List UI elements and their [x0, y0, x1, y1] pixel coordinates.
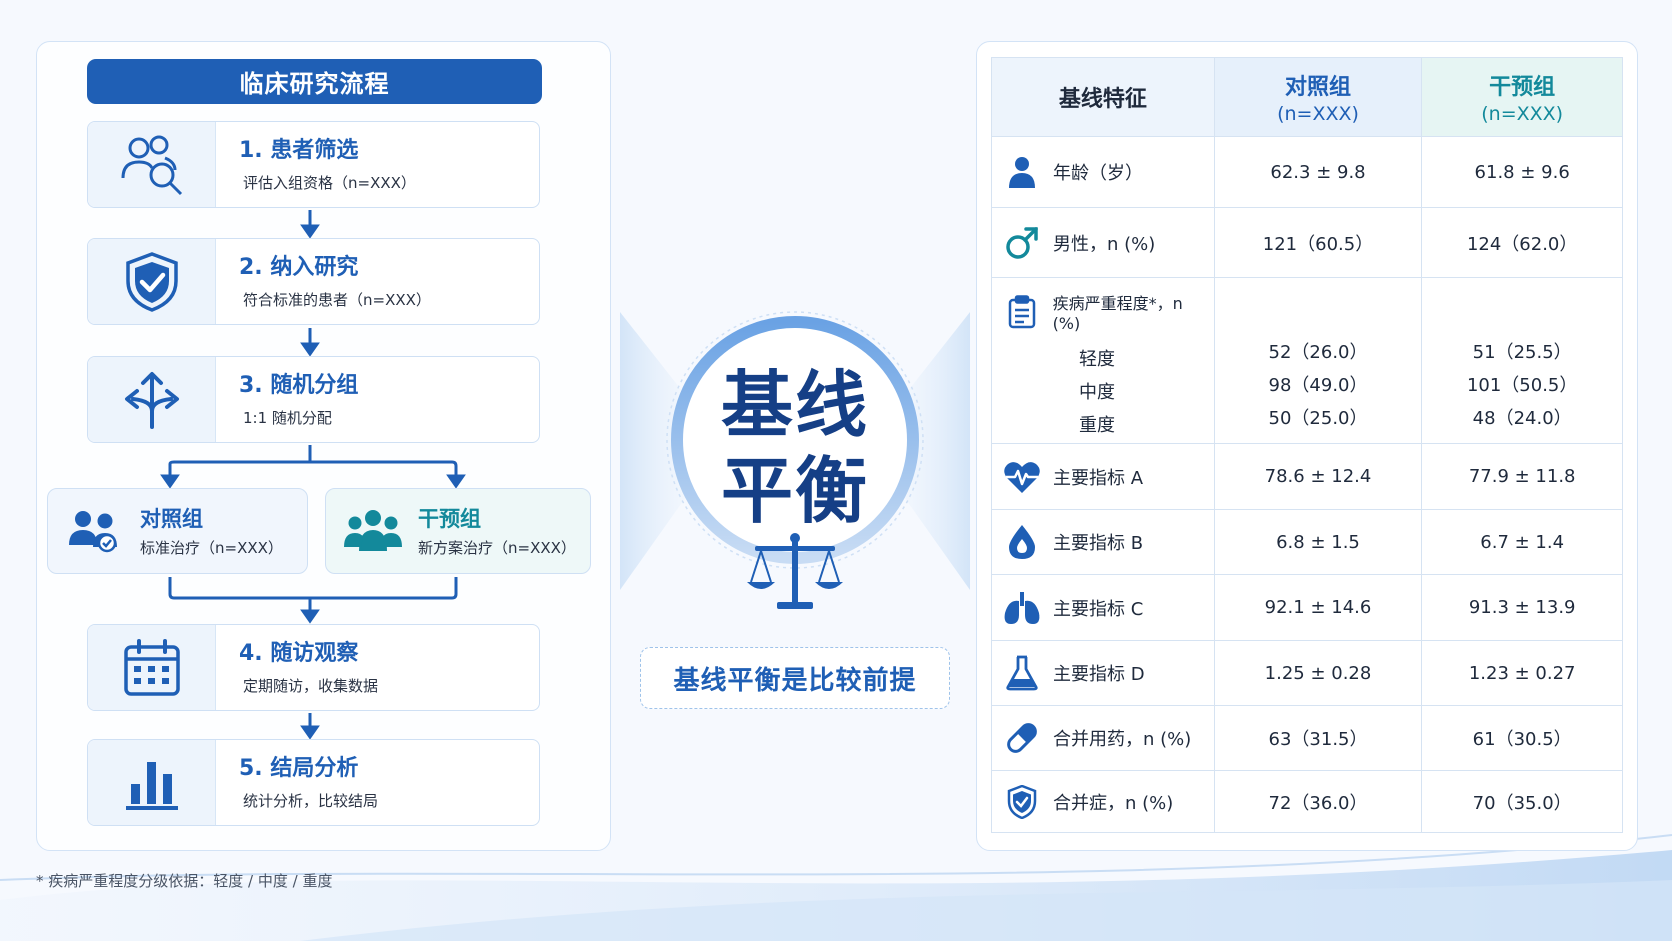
step-desc: 符合标准的患者（n=XXX）	[243, 291, 431, 309]
intervention-value: 101（50.5）	[1466, 374, 1578, 396]
table-row: 合并症，n (%) 72（36.0） 70（35.0）	[991, 770, 1623, 833]
feature-label: 合并症，n (%)	[1053, 792, 1174, 814]
header-feature: 基线特征	[991, 57, 1215, 137]
intervention-value: 124（62.0）	[1421, 207, 1623, 278]
header-control: 对照组 (n=XXX)	[1213, 57, 1423, 137]
sub-label: 重度	[1079, 414, 1115, 436]
heartbeat-icon	[1002, 457, 1042, 497]
shield-check-icon	[1002, 782, 1042, 822]
step-desc: 统计分析，比较结局	[243, 792, 379, 810]
group-desc: 新方案治疗（n=XXX）	[418, 538, 576, 557]
step-title: 3. 随机分组	[239, 373, 359, 398]
header-intervention-n: (n=XXX)	[1481, 103, 1564, 125]
control-value: 62.3 ± 9.8	[1213, 136, 1423, 208]
sub-label: 中度	[1079, 381, 1115, 403]
intervention-value: 61.8 ± 9.6	[1421, 136, 1623, 208]
table-row: 年龄（岁） 62.3 ± 9.8 61.8 ± 9.6	[991, 136, 1623, 208]
table-row-severity: 疾病严重程度*，n (%) 轻度 中度 重度 52（26.0） 98（49.0）…	[991, 277, 1623, 444]
step-desc: 1:1 随机分配	[243, 409, 332, 427]
control-value: 52（26.0）	[1268, 341, 1368, 363]
header-control-n: (n=XXX)	[1277, 103, 1359, 125]
intervention-value: 91.3 ± 13.9	[1421, 574, 1623, 641]
feature-label: 主要指标 B	[1053, 533, 1144, 554]
lungs-icon	[1002, 588, 1042, 628]
table-row: 男性，n (%) 121（60.5） 124（62.0）	[991, 207, 1623, 278]
header-control-label: 对照组	[1285, 75, 1352, 100]
intervention-value: 48（24.0）	[1472, 407, 1572, 429]
pill-icon	[1002, 718, 1042, 758]
table-row: 合并用药，n (%) 63（31.5） 61（30.5）	[991, 705, 1623, 771]
feature-label: 男性，n (%)	[1053, 233, 1156, 255]
intervention-value: 51（25.5）	[1472, 341, 1572, 363]
calendar-icon	[88, 625, 216, 710]
drop-icon	[1002, 522, 1042, 562]
step-title: 4. 随访观察	[239, 641, 359, 666]
people-group-icon	[338, 509, 408, 553]
intervention-value: 77.9 ± 11.8	[1421, 443, 1623, 510]
clipboard-icon	[1002, 292, 1042, 332]
step-randomization: 3. 随机分组 1:1 随机分配	[87, 356, 540, 443]
step-enrollment: 2. 纳入研究 符合标准的患者（n=XXX）	[87, 238, 540, 325]
feature-label: 合并用药，n (%)	[1053, 729, 1192, 750]
control-value: 92.1 ± 14.6	[1213, 574, 1423, 641]
shield-check-icon	[88, 239, 216, 324]
control-value: 63（31.5）	[1213, 705, 1423, 771]
group-desc: 标准治疗（n=XXX）	[140, 538, 283, 557]
baseline-table: 基线特征 对照组 (n=XXX) 干预组 (n=XXX) 年龄（岁） 62.3 …	[991, 57, 1623, 833]
control-value: 50（25.0）	[1268, 407, 1368, 429]
feature-label: 主要指标 C	[1053, 598, 1144, 620]
control-value: 121（60.5）	[1213, 207, 1423, 278]
control-value: 6.8 ± 1.5	[1213, 509, 1423, 575]
sub-label: 轻度	[1079, 348, 1115, 370]
control-group-card: 对照组 标准治疗（n=XXX）	[47, 488, 308, 574]
male-icon	[1002, 223, 1042, 263]
feature-label: 年龄（岁）	[1053, 163, 1143, 184]
intervention-value: 70（35.0）	[1421, 770, 1623, 833]
split-arrows-icon	[88, 357, 216, 442]
step-desc: 评估入组资格（n=XXX）	[243, 174, 416, 192]
flow-title: 临床研究流程	[87, 59, 542, 104]
step-follow-up: 4. 随访观察 定期随访，收集数据	[87, 624, 540, 711]
intervention-group-card: 干预组 新方案治疗（n=XXX）	[325, 488, 591, 574]
center-title-line2: 平衡	[720, 449, 869, 533]
group-title: 对照组	[140, 506, 203, 531]
group-title: 干预组	[418, 506, 481, 531]
step-patient-screening: 1. 患者筛选 评估入组资格（n=XXX）	[87, 121, 540, 208]
feature-label: 疾病严重程度*，n (%)	[1052, 294, 1183, 333]
center-caption: 基线平衡是比较前提	[640, 647, 950, 709]
table-row: 主要指标 C 92.1 ± 14.6 91.3 ± 13.9	[991, 574, 1623, 641]
person-icon	[1002, 152, 1042, 192]
control-value: 72（36.0）	[1213, 770, 1423, 833]
people-search-icon	[88, 122, 216, 207]
header-intervention: 干预组 (n=XXX)	[1421, 57, 1623, 137]
bar-chart-icon	[88, 740, 216, 825]
feature-label: 主要指标 A	[1053, 467, 1144, 489]
table-header-row: 基线特征 对照组 (n=XXX) 干预组 (n=XXX)	[991, 57, 1623, 137]
table-row: 主要指标 D 1.25 ± 0.28 1.23 ± 0.27	[991, 640, 1623, 706]
step-desc: 定期随访，收集数据	[243, 677, 379, 695]
control-value: 1.25 ± 0.28	[1213, 640, 1423, 706]
scale-icon	[747, 533, 843, 609]
center-title: 基线 平衡	[700, 362, 890, 534]
intervention-value: 6.7 ± 1.4	[1421, 509, 1623, 575]
intervention-value: 61（30.5）	[1421, 705, 1623, 771]
feature-label: 主要指标 D	[1053, 664, 1145, 685]
step-title: 1. 患者筛选	[239, 138, 359, 163]
header-intervention-label: 干预组	[1489, 75, 1556, 100]
step-title: 2. 纳入研究	[239, 255, 359, 280]
people-check-icon	[60, 509, 130, 553]
footnote: * 疾病严重程度分级依据：轻度 / 中度 / 重度	[36, 872, 333, 890]
step-outcome-analysis: 5. 结局分析 统计分析，比较结局	[87, 739, 540, 826]
flask-icon	[1002, 653, 1042, 693]
table-row: 主要指标 A 78.6 ± 12.4 77.9 ± 11.8	[991, 443, 1623, 510]
table-row: 主要指标 B 6.8 ± 1.5 6.7 ± 1.4	[991, 509, 1623, 575]
step-title: 5. 结局分析	[239, 756, 359, 781]
intervention-value: 1.23 ± 0.27	[1421, 640, 1623, 706]
control-value: 98（49.0）	[1268, 374, 1368, 396]
control-value: 78.6 ± 12.4	[1213, 443, 1423, 510]
center-title-line1: 基线	[720, 363, 869, 447]
